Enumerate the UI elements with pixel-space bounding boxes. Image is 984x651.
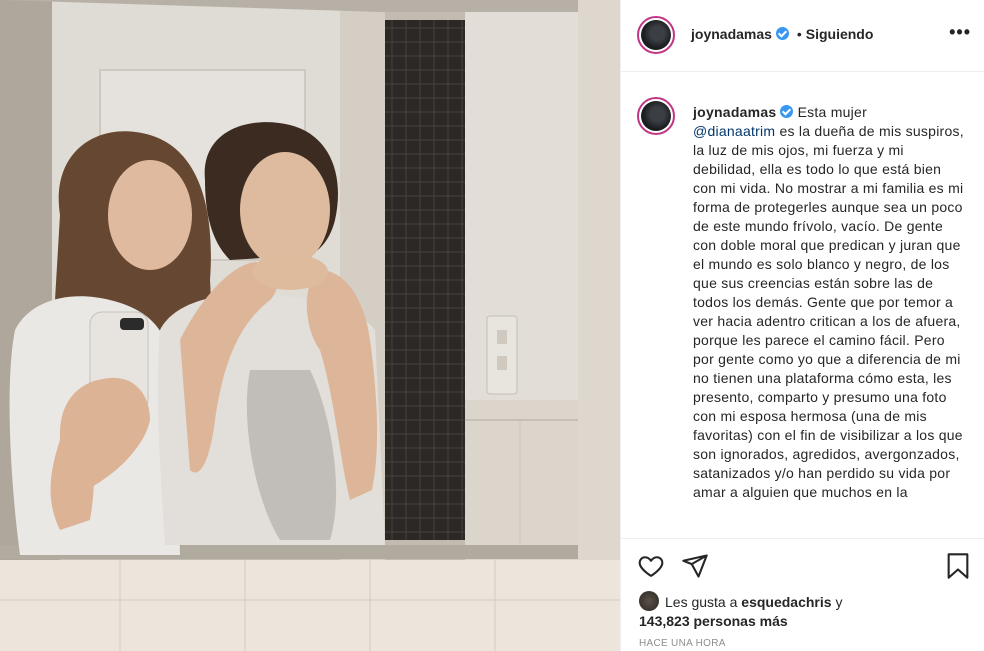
likes-prefix: Les gusta a bbox=[665, 594, 738, 610]
liker-username[interactable]: esquedachris bbox=[741, 594, 831, 610]
caption-username[interactable]: joynadamas bbox=[693, 104, 776, 120]
caption-intro: Esta mujer bbox=[797, 104, 867, 120]
more-options-icon[interactable]: ••• bbox=[949, 22, 971, 43]
bookmark-icon[interactable] bbox=[945, 552, 971, 585]
caption-section: joynadamas Esta mujer @dianaatrim es la … bbox=[621, 73, 984, 538]
post-actions: Les gusta a esquedachris y 143,823 perso… bbox=[621, 538, 984, 651]
likes-conjunction: y bbox=[835, 594, 843, 610]
header-separator: • bbox=[796, 26, 802, 42]
likes-count[interactable]: 143,823 personas más bbox=[639, 613, 788, 629]
caption-avatar[interactable] bbox=[637, 97, 675, 135]
post-timestamp[interactable]: HACE UNA HORA bbox=[639, 638, 726, 649]
likes-summary: Les gusta a esquedachris y 143,823 perso… bbox=[639, 591, 842, 631]
following-button[interactable]: Siguiendo bbox=[806, 26, 874, 42]
post-sidebar: joynadamas • Siguiendo ••• joynadamas Est… bbox=[620, 0, 984, 651]
caption-text: joynadamas Esta mujer @dianaatrim es la … bbox=[693, 103, 965, 502]
verified-badge-icon bbox=[780, 105, 794, 118]
verified-badge-icon bbox=[775, 27, 789, 40]
header-username[interactable]: joynadamas bbox=[691, 26, 772, 42]
caption-body: es la dueña de mis suspiros, la luz de m… bbox=[693, 123, 964, 500]
liker-avatar[interactable] bbox=[639, 591, 659, 611]
selfie-image bbox=[0, 0, 620, 651]
profile-avatar[interactable] bbox=[637, 16, 675, 54]
post-header: joynadamas • Siguiendo ••• bbox=[621, 0, 984, 72]
paper-plane-icon[interactable] bbox=[681, 552, 709, 585]
heart-icon[interactable] bbox=[637, 552, 665, 585]
header-user-line: joynadamas • Siguiendo bbox=[691, 26, 873, 42]
caption-mention-link[interactable]: @dianaatrim bbox=[693, 123, 775, 139]
post-photo[interactable] bbox=[0, 0, 620, 651]
